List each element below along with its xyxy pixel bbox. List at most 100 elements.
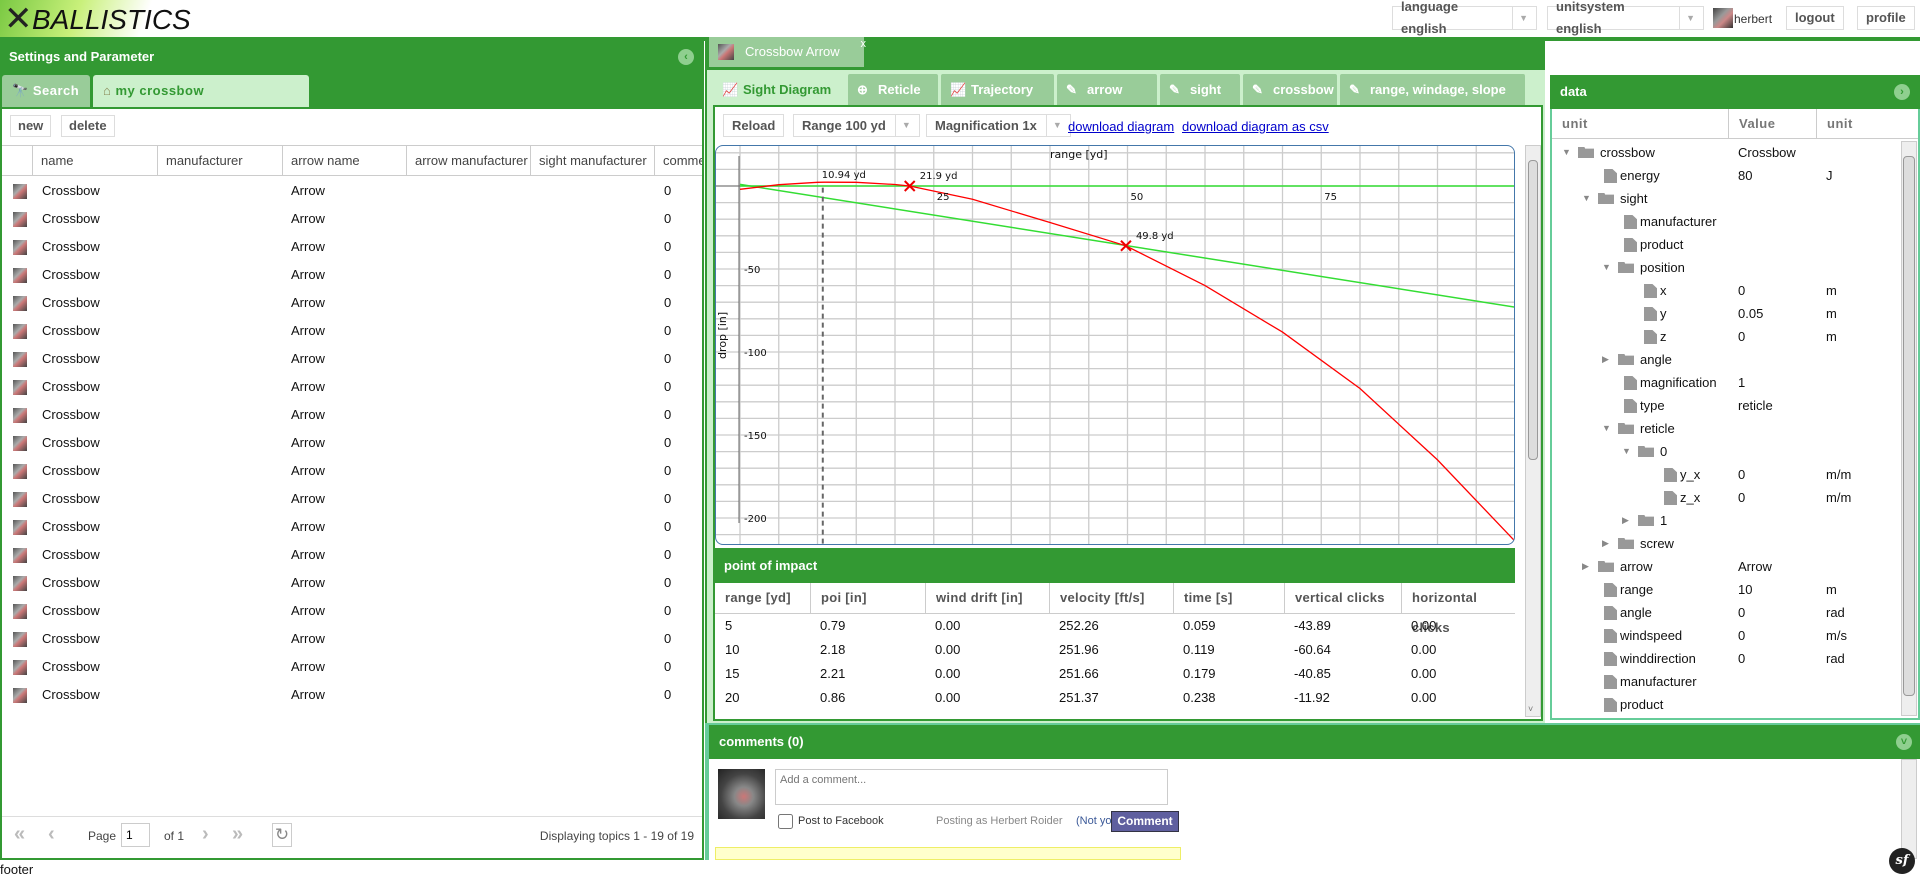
tab-range-windage-slope[interactable]: ✎ range, windage, slope	[1340, 74, 1525, 105]
tree-node[interactable]: product	[1552, 693, 1897, 716]
comment-input[interactable]	[775, 769, 1168, 805]
expand-down-icon[interactable]: ▼	[1582, 187, 1591, 210]
grid-row[interactable]: Crossbow Arrow 0	[2, 373, 702, 401]
prev-page-icon[interactable]: ‹	[48, 823, 55, 846]
grid-row[interactable]: Crossbow Arrow 0	[2, 233, 702, 261]
profile-button[interactable]: profile	[1857, 6, 1915, 30]
grid-row[interactable]: Crossbow Arrow 0	[2, 485, 702, 513]
expand-down-icon[interactable]: ▼	[1602, 256, 1611, 279]
magnification-select[interactable]: Magnification 1x ▼	[926, 114, 1071, 137]
grid-row[interactable]: Crossbow Arrow 0	[2, 513, 702, 541]
poi-col[interactable]: wind drift [in]	[925, 583, 1049, 613]
col-arrow-manufacturer[interactable]: arrow manufacturer	[406, 146, 530, 175]
logo[interactable]: ✕ BALLISTICS	[0, 0, 191, 37]
poi-col[interactable]: velocity [ft/s]	[1049, 583, 1173, 613]
expand-down-icon[interactable]: ▼	[1562, 141, 1571, 164]
col-value[interactable]: Value	[1728, 109, 1816, 138]
tree-node[interactable]: winddirection 0 rad	[1552, 647, 1897, 670]
close-tab-icon[interactable]: x	[861, 29, 867, 59]
tree-node[interactable]: y_x 0 m/m	[1552, 463, 1897, 486]
new-button[interactable]: new	[10, 115, 52, 137]
grid-row[interactable]: Crossbow Arrow 0	[2, 653, 702, 681]
reload-button[interactable]: Reload	[723, 114, 785, 137]
tree-node[interactable]: angle 0 rad	[1552, 601, 1897, 624]
poi-col[interactable]: poi [in]	[810, 583, 925, 613]
expand-down-icon[interactable]: ▼	[1622, 440, 1631, 463]
collapse-left-icon[interactable]: ‹	[678, 49, 694, 65]
scrollbar-thumb[interactable]	[1528, 160, 1538, 460]
poi-col[interactable]: time [s]	[1173, 583, 1284, 613]
expand-down-icon[interactable]: ▼	[1602, 417, 1611, 440]
language-select[interactable]: language english ▼	[1392, 0, 1537, 36]
tree-node[interactable]: z 0 m	[1552, 325, 1897, 348]
tree-node[interactable]: ▼ reticle	[1552, 417, 1897, 440]
chart-scrollbar[interactable]: ˅	[1525, 145, 1541, 717]
refresh-icon[interactable]: ↻	[272, 823, 292, 847]
collapse-comments-icon[interactable]: ˅	[1896, 734, 1912, 750]
poi-col[interactable]: horizontal clicks	[1401, 583, 1515, 635]
col-unit-2[interactable]: unit	[1816, 109, 1918, 138]
tree-node[interactable]: windspeed 0 m/s	[1552, 624, 1897, 647]
grid-row[interactable]: Crossbow Arrow 0	[2, 541, 702, 569]
col-manufacturer[interactable]: manufacturer	[157, 146, 282, 175]
col-unit[interactable]: unit	[1552, 109, 1728, 138]
poi-col[interactable]: range [yd]	[715, 583, 810, 613]
tree-node[interactable]: ▼ 0	[1552, 440, 1897, 463]
comments-scrollbar[interactable]	[1901, 759, 1917, 859]
collapse-right-icon[interactable]: ›	[1894, 84, 1910, 100]
expand-right-icon[interactable]: ▶	[1602, 348, 1609, 371]
range-select[interactable]: Range 100 yd ▼	[793, 114, 920, 137]
grid-row[interactable]: Crossbow Arrow 0	[2, 569, 702, 597]
tree-node[interactable]: z_x 0 m/m	[1552, 486, 1897, 509]
tree-node[interactable]: product	[1552, 233, 1897, 256]
tab-sight[interactable]: ✎ sight	[1160, 74, 1240, 105]
delete-button[interactable]: delete	[61, 115, 115, 137]
tree-node[interactable]: ▶ angle	[1552, 348, 1897, 371]
tree-node[interactable]: ▼ sight	[1552, 187, 1897, 210]
symfony-toolbar-icon[interactable]: sf	[1889, 848, 1915, 874]
tree-node[interactable]: type reticle	[1552, 394, 1897, 417]
tree-node[interactable]: magnification 1	[1552, 371, 1897, 394]
tree-node[interactable]: range 10 m	[1552, 578, 1897, 601]
unitsystem-select[interactable]: unitsystem english ▼	[1547, 0, 1704, 36]
tree-node[interactable]: y 0.05 m	[1552, 302, 1897, 325]
poi-col[interactable]: vertical clicks	[1284, 583, 1401, 613]
post-to-facebook-checkbox[interactable]	[778, 814, 793, 829]
grid-row[interactable]: Crossbow Arrow 0	[2, 289, 702, 317]
logout-button[interactable]: logout	[1786, 6, 1844, 30]
tab-sight-diagram[interactable]: 📈 Sight Diagram	[713, 74, 845, 105]
tree-node[interactable]: x 0 m	[1552, 279, 1897, 302]
last-page-icon[interactable]: »	[232, 823, 243, 846]
first-page-icon[interactable]: «	[14, 823, 25, 846]
tree-node[interactable]: ▼ crossbow Crossbow	[1552, 141, 1897, 164]
tab-crossbow[interactable]: ✎ crossbow	[1243, 74, 1337, 105]
comment-submit-button[interactable]: Comment	[1111, 811, 1179, 832]
page-input[interactable]	[121, 823, 150, 847]
grid-row[interactable]: Crossbow Arrow 0	[2, 429, 702, 457]
tree-scrollbar[interactable]	[1901, 141, 1917, 716]
col-name[interactable]: name	[32, 146, 157, 175]
tree-node[interactable]: ▶ 1	[1552, 509, 1897, 532]
expand-right-icon[interactable]: ▶	[1622, 509, 1629, 532]
grid-row[interactable]: Crossbow Arrow 0	[2, 345, 702, 373]
download-csv-link[interactable]: download diagram as csv	[1182, 119, 1329, 134]
tab-search[interactable]: 🔭 Search	[2, 75, 90, 107]
expand-right-icon[interactable]: ▶	[1602, 532, 1609, 555]
doc-tab-crossbow-arrow[interactable]: Crossbow Arrow x	[709, 37, 866, 67]
tree-node[interactable]: ▶ screw	[1552, 532, 1897, 555]
tree-node[interactable]: manufacturer	[1552, 670, 1897, 693]
user-avatar[interactable]	[1713, 8, 1733, 28]
grid-row[interactable]: Crossbow Arrow 0	[2, 681, 702, 709]
grid-row[interactable]: Crossbow Arrow 0	[2, 205, 702, 233]
col-arrow-name[interactable]: arrow name	[282, 146, 406, 175]
expand-right-icon[interactable]: ▶	[1582, 555, 1589, 578]
tree-node[interactable]: ▶ arrow Arrow	[1552, 555, 1897, 578]
col-sight-manufacturer[interactable]: sight manufacturer	[530, 146, 654, 175]
scrollbar-thumb[interactable]	[1903, 156, 1915, 696]
grid-row[interactable]: Crossbow Arrow 0	[2, 457, 702, 485]
grid-row[interactable]: Crossbow Arrow 0	[2, 317, 702, 345]
grid-row[interactable]: Crossbow Arrow 0	[2, 597, 702, 625]
scroll-down-icon[interactable]: ˅	[1528, 704, 1533, 714]
tree-node[interactable]: ▼ position	[1552, 256, 1897, 279]
tree-node[interactable]: energy 80 J	[1552, 164, 1897, 187]
